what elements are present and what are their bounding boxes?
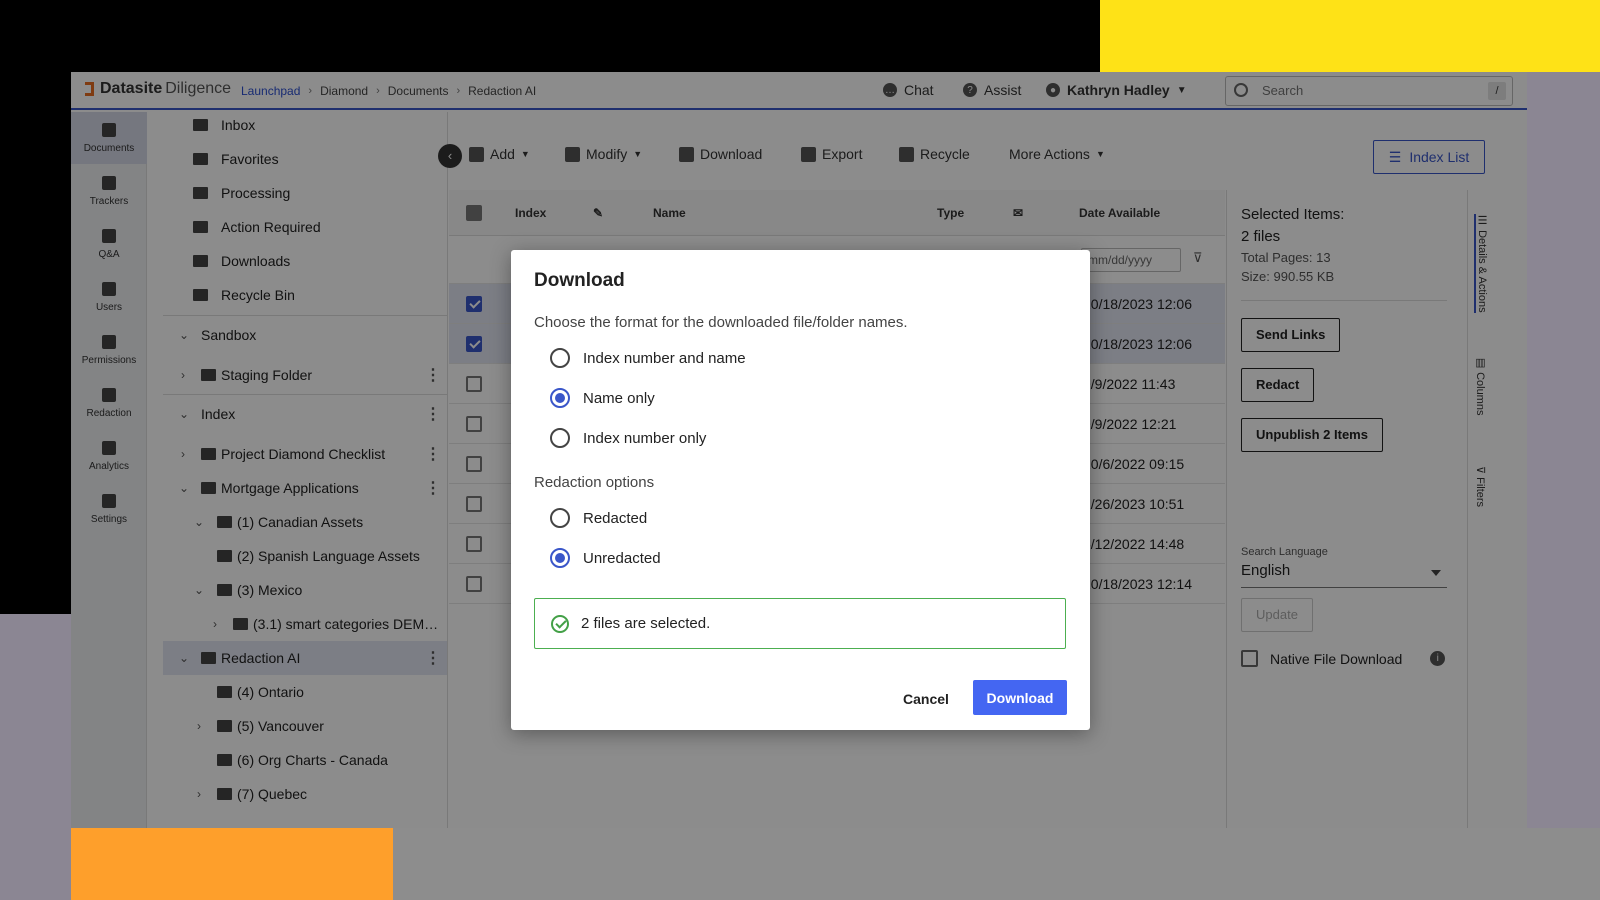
dialog-description: Choose the format for the downloaded fil… [534,314,908,331]
check-circle-icon [551,614,569,633]
background-orange-block [71,828,393,900]
redaction-section-title: Redaction options [534,474,655,491]
radio-label: Index number and name [583,349,746,367]
background-bottom-block [393,828,1600,900]
radio-circle[interactable] [550,428,570,448]
radio-circle[interactable] [550,348,570,368]
radio-label: Index number only [583,429,707,447]
radio-unredacted[interactable]: Unredacted [550,548,661,568]
radio-circle-checked[interactable] [550,548,570,568]
radio-circle[interactable] [550,508,570,528]
selection-notice: 2 files are selected. [534,598,1066,649]
radio-label: Unredacted [583,549,661,567]
background-right-block [1527,72,1600,828]
background-yellow-block [1100,0,1600,72]
radio-index-and-name[interactable]: Index number and name [550,348,746,368]
radio-label: Redacted [583,509,648,527]
radio-name-only[interactable]: Name only [550,388,655,408]
download-confirm-button[interactable]: Download [973,680,1067,715]
cancel-button[interactable]: Cancel [893,682,959,716]
notice-text: 2 files are selected. [581,615,711,632]
radio-label: Name only [583,389,655,407]
background-left-block [0,614,71,900]
radio-circle-checked[interactable] [550,388,570,408]
download-dialog: Download Choose the format for the downl… [511,250,1090,730]
radio-redacted[interactable]: Redacted [550,508,647,528]
dialog-title: Download [534,270,625,291]
radio-index-only[interactable]: Index number only [550,428,706,448]
